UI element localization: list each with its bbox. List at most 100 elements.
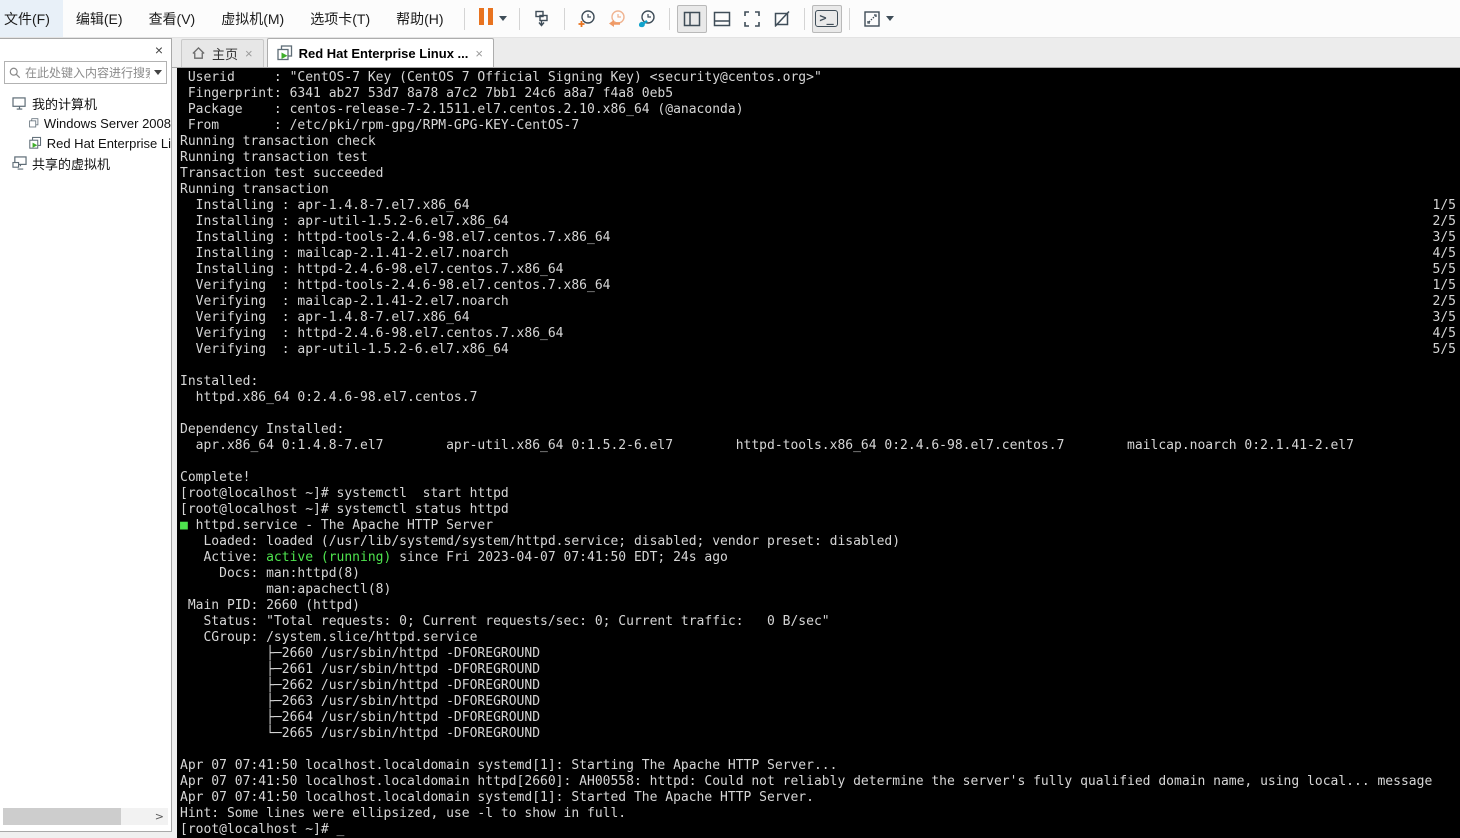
suspend-icon [477,7,495,30]
snapshot-manager-button[interactable] [632,5,662,33]
fullscreen-icon [743,10,760,27]
terminal-line: ├─2662 /usr/sbin/httpd -DFOREGROUND [180,678,541,693]
search-input[interactable] [25,65,150,80]
menu-vm[interactable]: 虚拟机(M) [208,0,297,37]
computer-icon [12,96,26,110]
terminal-line: [root@localhost ~]# systemctl start http… [180,486,509,501]
terminal-line: Installing : mailcap-2.1.41-2.el7.noarch… [180,246,1456,261]
terminal-line: └─2665 /usr/sbin/httpd -DFOREGROUND [180,726,541,741]
tree-item-windows-server-2008[interactable]: Windows Server 2008 [0,113,171,133]
terminal-line: ├─2663 /usr/sbin/httpd -DFOREGROUND [180,694,541,709]
tree-item-label: 我的计算机 [32,96,98,112]
search-dropdown-icon[interactable] [154,70,162,75]
menu-help[interactable]: 帮助(H) [383,0,456,37]
console-view-icon: >_ [815,10,838,27]
snapshot-take-button[interactable] [572,5,602,33]
thumbnail-bar-icon [713,11,730,26]
terminal-line: httpd.x86_64 0:2.4.6-98.el7.centos.7 [180,390,478,405]
vm-icon [29,118,39,128]
tab-close-icon[interactable]: × [244,47,254,60]
tree-item-rhel[interactable]: Red Hat Enterprise Li [0,133,171,153]
terminal-line: From : /etc/pki/rpm-gpg/RPM-GPG-KEY-Cent… [180,118,580,133]
terminal-line: Installing : httpd-tools-2.4.6-98.el7.ce… [180,230,1456,245]
vm-console[interactable]: Userid : "CentOS-7 Key (CentOS 7 Officia… [177,68,1460,838]
terminal-line: Fingerprint: 6341 ab27 53d7 8a78 a7c2 7b… [180,86,674,101]
suspend-button[interactable] [472,5,512,33]
snapshot-revert-icon [608,9,625,27]
terminal-line: Installing : apr-1.4.8-7.el7.x86_64 1/5 [180,198,1456,213]
terminal-line: Active: active (running) since Fri 2023-… [180,550,728,565]
tree-item-label: 共享的虚拟机 [32,156,111,172]
terminal-line: man:apachectl(8) [180,582,392,597]
snapshot-manager-icon [638,9,655,27]
library-panel-button[interactable] [676,4,707,33]
terminal-line: Running transaction check [180,134,376,149]
library-search[interactable] [4,61,167,84]
terminal-line: ■ httpd.service - The Apache HTTP Server [180,518,494,533]
menubar: 文件(F) 编辑(E) 查看(V) 虚拟机(M) 选项卡(T) 帮助(H) >_ [0,0,1460,38]
terminal-line: Installed: [180,374,259,389]
chevron-down-icon [885,16,894,21]
terminal-line: Installing : apr-util-1.5.2-6.el7.x86_64… [180,214,1456,229]
vmware-window: { "window": { "menubar": { "items": [ {"… [0,0,1460,838]
tab-label: Red Hat Enterprise Linux ... [298,45,469,61]
menu-edit[interactable]: 编辑(E) [63,0,136,37]
unity-mode-button[interactable] [767,5,797,33]
terminal-line: Dependency Installed: [180,422,345,437]
vm-tree: 我的计算机 Windows Server 2008 Red Hat Enterp… [0,93,171,173]
tree-item-label: Windows Server 2008 [43,115,171,131]
vm-running-icon [29,136,42,149]
terminal-line: Running transaction test [180,150,368,165]
terminal-line: ├─2660 /usr/sbin/httpd -DFOREGROUND [180,646,541,661]
terminal-line: ├─2664 /usr/sbin/httpd -DFOREGROUND [180,710,541,725]
menu-view[interactable]: 查看(V) [136,0,209,37]
terminal-line: Userid : "CentOS-7 Key (CentOS 7 Officia… [180,70,822,85]
scrollbar-thumb[interactable] [3,808,121,825]
tab-label: 主页 [212,47,239,62]
terminal-line: apr.x86_64 0:1.4.8-7.el7 apr-util.x86_64… [180,438,1354,453]
toolbar-separator [518,7,520,30]
tab-vm-rhel[interactable]: Red Hat Enterprise Linux ... × [266,38,494,67]
toolbar-separator [563,7,565,30]
toolbar-separator [848,7,850,30]
terminal-line: Verifying : httpd-tools-2.4.6-98.el7.cen… [180,278,1456,293]
tab-close-icon[interactable]: × [474,47,484,60]
fullscreen-button[interactable] [737,5,767,33]
tree-item-shared-vms[interactable]: 共享的虚拟机 [0,153,171,173]
terminal-line: Apr 07 07:41:50 localhost.localdomain ht… [180,774,1433,789]
terminal-line: Installing : httpd-2.4.6-98.el7.centos.7… [180,262,1456,277]
terminal-line: [root@localhost ~]# systemctl status htt… [180,502,509,517]
tree-item-my-computer[interactable]: 我的计算机 [0,93,171,113]
tree-item-label: Red Hat Enterprise Li [46,135,171,151]
library-panel-icon [683,11,700,26]
menu-tabs[interactable]: 选项卡(T) [297,0,383,37]
menu-file[interactable]: 文件(F) [0,0,63,37]
tab-home[interactable]: 主页 × [181,39,264,67]
chevron-down-icon [498,16,507,21]
terminal-line: CGroup: /system.slice/httpd.service [180,630,478,645]
terminal-line: Status: "Total requests: 0; Current requ… [180,614,830,629]
terminal-line: Verifying : httpd-2.4.6-98.el7.centos.7.… [180,326,1456,341]
fit-guest-icon [863,10,880,27]
fit-guest-button[interactable] [857,5,899,33]
thumbnail-bar-button[interactable] [707,5,737,33]
scrollbar-right-arrow[interactable]: > [155,810,164,823]
terminal-line: Apr 07 07:41:50 localhost.localdomain sy… [180,790,814,805]
snapshot-revert-button[interactable] [602,5,632,33]
search-icon [9,67,21,78]
sidebar-close-icon[interactable]: × [155,43,163,57]
unity-mode-icon [774,10,790,27]
terminal-line: Verifying : apr-1.4.8-7.el7.x86_64 3/5 [180,310,1456,325]
horizontal-scrollbar[interactable]: > [3,808,168,825]
terminal-line: Running transaction [180,182,329,197]
terminal-line: [root@localhost ~]# _ [180,822,345,837]
ctrl-alt-del-button[interactable] [527,5,557,33]
console-view-button[interactable]: >_ [811,4,842,33]
toolbar-separator [803,7,805,30]
menu-list: 文件(F) 编辑(E) 查看(V) 虚拟机(M) 选项卡(T) 帮助(H) [0,0,457,37]
ctrl-alt-del-icon [534,10,548,27]
terminal-line: Loaded: loaded (/usr/lib/systemd/system/… [180,534,901,549]
vm-running-icon [276,45,292,61]
